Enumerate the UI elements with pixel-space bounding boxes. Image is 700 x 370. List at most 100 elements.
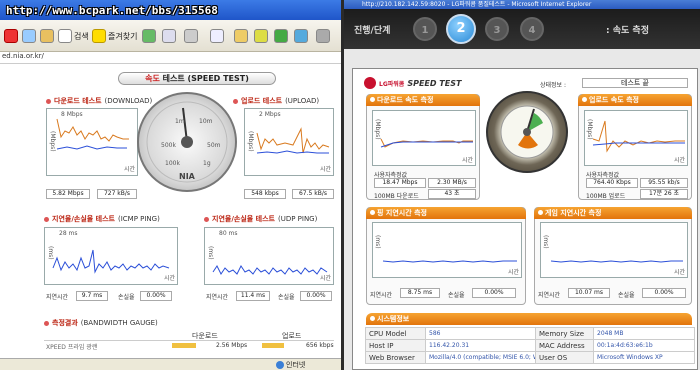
icmp-xlabel: 시간 [163, 275, 175, 282]
r-game-ylabel: (ms) [542, 235, 549, 249]
r-speed-gauge [486, 91, 568, 173]
edit-button[interactable] [210, 28, 224, 44]
home-button[interactable] [40, 28, 54, 44]
r-upload-header: 업로드 속도 측정 [578, 94, 692, 106]
icmp-section-title: 지연율/손실율 테스트 (ICMP PING) [44, 214, 160, 224]
refresh-icon [22, 29, 36, 43]
r-game-graph: (ms) 시간 [540, 222, 688, 278]
tools-icon [316, 29, 330, 43]
udp-delay-label: 지연시간 [206, 294, 229, 301]
r-download-base-time: 43 초 [428, 189, 476, 199]
download-title-ko: 다운로드 테스트 [54, 97, 102, 105]
bullet-icon [204, 216, 209, 222]
bullet-icon [370, 316, 375, 321]
r-system-title: 시스템정보 [377, 315, 410, 323]
upload-title-ko: 업로드 테스트 [241, 97, 283, 105]
icmp-title-en: (ICMP PING) [117, 215, 160, 223]
r-system-header: 시스템정보 [366, 313, 692, 325]
tool-button-4[interactable] [294, 28, 308, 44]
bullet-icon [582, 97, 587, 102]
icmp-delay-value: 9.7 ms [76, 291, 108, 301]
r-upload-base-label: 100MB 업로드 [586, 193, 626, 200]
icmp-title-ko: 지연율/손실율 테스트 [52, 215, 115, 223]
icmp-ylabel: (ms) [47, 246, 54, 260]
sys-val-mac: 00:1a:4d:63:e6:1b [593, 339, 695, 352]
bandwidth-up-bar [262, 343, 284, 348]
bandwidth-section-title: 측정결과 (BANDWIDTH GAUGE) [44, 318, 158, 328]
r-upload-base-time: 17분 26 초 [640, 189, 688, 199]
tool-button-2[interactable] [254, 28, 268, 44]
system-row: Web Browser Mozilla/4.0 (compatible; MSI… [365, 351, 695, 364]
history-button[interactable] [142, 28, 156, 44]
r-ping-header: 핑 지연시간 측정 [366, 207, 526, 219]
stop-button[interactable] [4, 28, 18, 44]
r-upload-graph: (Mbps) 시간 [584, 110, 688, 166]
bullet-icon [44, 320, 49, 326]
bandwidth-title-en: (BANDWIDTH GAUGE) [80, 319, 158, 327]
r-upload-kbps: 764.40 Kbps [586, 178, 638, 188]
upload-graph: 2 Mbps (Mbps) 시간 [244, 108, 334, 176]
r-game-delay-value: 10.07 ms [568, 288, 610, 298]
r-game-delay-label: 지연시간 [538, 292, 561, 299]
watermark-url: http://www.bcpark.net/bbs/315568 [6, 4, 218, 17]
step-4[interactable]: 4 [520, 17, 544, 41]
lg-logo-text: LG파워콤 [379, 80, 405, 88]
r-ping-graph-svg [382, 260, 517, 263]
r-game-graph-svg [550, 260, 683, 263]
mail-button[interactable] [162, 28, 176, 44]
gauge-tick-100k: 100k [165, 160, 180, 167]
icmp-loss-value: 0.00% [140, 291, 172, 301]
left-title-bar: http://www.bcpark.net/bbs/315568 [0, 0, 341, 20]
r-game-xlabel: 시간 [673, 269, 685, 276]
address-bar[interactable]: ed.nia.or.kr/ [0, 52, 341, 64]
upload-graph-max: 2 Mbps [259, 111, 281, 118]
download-blue-line [56, 145, 127, 150]
r-download-base-label: 100MB 다운로드 [374, 193, 419, 200]
sys-key-os: User OS [535, 351, 594, 364]
step-3[interactable]: 3 [485, 17, 509, 41]
tool-button-3[interactable] [274, 28, 288, 44]
bandwidth-row-up: 656 kbps [306, 342, 334, 349]
udp-title-en: (UDP PING) [277, 215, 318, 223]
tool-button-5[interactable] [316, 28, 330, 44]
r-download-xlabel: 시간 [461, 157, 473, 164]
gauge-tick-10m: 10m [199, 118, 213, 125]
zone-indicator: 인터넷 [276, 360, 305, 370]
bullet-icon [44, 216, 49, 222]
messenger-icon [274, 29, 288, 43]
r-download-mbs: 2.30 MB/s [428, 178, 476, 188]
sys-key-hostip: Host IP [365, 339, 426, 352]
search-button[interactable]: 검색 [58, 28, 89, 44]
gauge-tick-500k: 500k [161, 142, 176, 149]
bandwidth-row: XPEED 프라임 광랜 2.56 Mbps 656 kbps [44, 340, 334, 351]
download-kbs-value: 727 kB/s [97, 189, 137, 199]
step-1[interactable]: 1 [413, 17, 437, 41]
favorites-button[interactable]: 즐겨찾기 [92, 28, 137, 44]
sys-val-os: Microsoft Windows XP [593, 351, 695, 364]
sys-val-memory: 2048 MB [593, 327, 695, 340]
refresh-button[interactable] [22, 28, 36, 44]
gauge-tick-1m: 1m [175, 118, 185, 125]
state-label: 상태정보 : [540, 82, 567, 89]
icmp-loss-label: 손실율 [118, 294, 135, 301]
step-bar-label: 진행/단계 [354, 26, 391, 36]
notes-icon [254, 29, 268, 43]
r-upload-xlabel: 시간 [673, 157, 685, 164]
print-button[interactable] [184, 28, 198, 44]
bullet-icon [538, 210, 543, 215]
globe-icon [276, 361, 284, 369]
r-gauge-svg [500, 105, 554, 159]
download-ylabel: (Mbps) [49, 131, 56, 152]
upload-title-en: (UPLOAD) [285, 97, 320, 105]
speed-title-red: 속도 [145, 74, 160, 83]
step-2-active[interactable]: 2 [446, 14, 476, 44]
sys-key-memory: Memory Size [535, 327, 594, 340]
sys-val-cpu: 586 [425, 327, 536, 340]
tool-button-1[interactable] [234, 28, 248, 44]
upload-kbps-value: 548 kbps [244, 189, 286, 199]
r-download-graph: (Mbps) 시간 [372, 110, 476, 166]
bandwidth-down-bar [172, 343, 196, 348]
upload-xlabel: 시간 [319, 166, 331, 173]
gauge-brand: NIA [179, 172, 195, 181]
lg-logo-icon [364, 77, 376, 89]
